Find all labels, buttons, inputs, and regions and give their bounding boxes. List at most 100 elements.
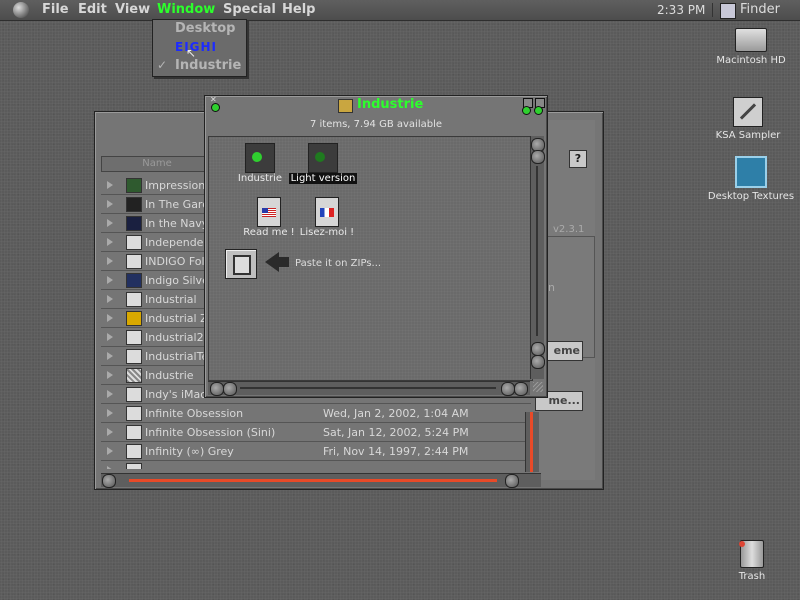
application-menu[interactable]: Finder	[740, 2, 780, 17]
folder-icon	[126, 197, 142, 212]
read-me-item[interactable]: Read me !	[241, 197, 297, 238]
close-x-icon: ✕	[210, 95, 217, 104]
disclosure-triangle-icon[interactable]	[107, 466, 113, 469]
help-button[interactable]: ?	[569, 150, 587, 168]
disclosure-triangle-icon[interactable]	[107, 352, 113, 360]
version-label: v2.3.1	[553, 224, 585, 235]
folder-icon	[126, 235, 142, 250]
scroll-up-arrow-icon[interactable]	[531, 342, 545, 356]
folder-icon	[126, 349, 142, 364]
close-box-icon[interactable]	[211, 103, 220, 112]
disclosure-triangle-icon[interactable]	[107, 295, 113, 303]
menu-view[interactable]: View	[115, 2, 150, 17]
disclosure-triangle-icon[interactable]	[107, 257, 113, 265]
item-name: Infinite Obsession	[145, 407, 244, 420]
scroll-right-arrow-icon[interactable]	[514, 382, 528, 396]
folder-icon	[126, 311, 142, 326]
item-name: Impressionis	[145, 179, 209, 192]
list-item[interactable]: Infinite Obsession (Sini) Sat, Jan 12, 20…	[101, 423, 531, 442]
scroll-left-arrow-icon[interactable]	[102, 474, 116, 488]
item-name: INDIGO Folde	[145, 255, 209, 268]
finder-icon[interactable]	[720, 3, 736, 19]
menu-special[interactable]: Special	[223, 2, 276, 17]
application-icon	[308, 143, 338, 173]
desktop-icon-label: Desktop Textures	[707, 191, 795, 202]
pen-glyph	[739, 103, 757, 120]
desktop-icon-ksa-sampler[interactable]: KSA Sampler	[698, 97, 798, 141]
item-label: Read me !	[243, 227, 295, 238]
scroll-right-arrow-icon[interactable]	[505, 474, 519, 488]
item-name: Industrial	[145, 293, 197, 306]
menu-item-industrie[interactable]: Industrie	[175, 58, 241, 73]
folder-icon	[126, 292, 142, 307]
folder-icon	[126, 273, 142, 288]
disclosure-triangle-icon[interactable]	[107, 181, 113, 189]
disclosure-triangle-icon[interactable]	[107, 276, 113, 284]
item-label: Lisez-moi !	[299, 227, 355, 238]
item-name: Infinity (∞) Grey	[145, 445, 234, 458]
list-item[interactable]	[101, 461, 531, 469]
menu-window[interactable]: Window	[157, 2, 215, 17]
disclosure-triangle-icon[interactable]	[107, 219, 113, 227]
window-info-bar: 7 items, 7.94 GB available	[309, 119, 443, 130]
menu-bar: File Edit View Window Special Help 2:33 …	[0, 0, 800, 21]
light-version-item[interactable]: Light version	[287, 143, 359, 184]
desktop-icon-desktop-textures[interactable]: Desktop Textures	[701, 156, 800, 202]
vertical-scrollbar[interactable]	[530, 136, 545, 379]
folder-icon	[126, 425, 142, 440]
list-item[interactable]: Infinite Obsession Wed, Jan 2, 2002, 1:04…	[101, 404, 531, 423]
menu-file[interactable]: File	[42, 2, 69, 17]
folder-icon	[126, 330, 142, 345]
list-horizontal-scrollbar[interactable]	[101, 473, 541, 488]
resize-grip-icon[interactable]	[533, 382, 543, 392]
disclosure-triangle-icon[interactable]	[107, 333, 113, 341]
zip-disk-icon[interactable]	[225, 249, 257, 279]
apple-menu-icon[interactable]	[13, 2, 29, 18]
disclosure-triangle-icon[interactable]	[107, 371, 113, 379]
disclosure-triangle-icon[interactable]	[107, 409, 113, 417]
desktop-icon-macintosh-hd[interactable]: Macintosh HD	[701, 28, 800, 66]
folder-icon	[126, 216, 142, 231]
french-flag-icon	[320, 208, 334, 217]
flag-canton	[262, 208, 268, 213]
scroll-down-arrow-icon[interactable]	[531, 355, 545, 369]
collapse-indicator-icon	[534, 106, 543, 115]
scroll-left-arrow-icon[interactable]	[501, 382, 515, 396]
desktop-icon-trash[interactable]: Trash	[702, 540, 800, 582]
arrow-shaft	[279, 257, 289, 267]
industrie-window: ✕ Industrie 7 items, 7.94 GB available I…	[204, 95, 548, 398]
menubar-clock[interactable]: 2:33 PM	[657, 3, 705, 17]
disclosure-triangle-icon[interactable]	[107, 238, 113, 246]
scroll-track-highlight	[530, 412, 533, 472]
industrie-item[interactable]: Industrie	[235, 143, 285, 184]
paste-hint-text: Paste it on ZIPs...	[295, 258, 382, 269]
green-gem-icon	[252, 152, 262, 162]
list-vertical-scrollbar[interactable]	[525, 412, 539, 472]
disclosure-triangle-icon[interactable]	[107, 428, 113, 436]
name-column-header[interactable]: Name	[101, 156, 213, 172]
desktop-icon-label: KSA Sampler	[715, 130, 781, 141]
window-title: Industrie	[357, 97, 424, 112]
lisez-moi-item[interactable]: Lisez-moi !	[297, 197, 357, 238]
scroll-right-arrow-icon[interactable]	[223, 382, 237, 396]
folder-title-icon	[338, 99, 353, 113]
scroll-left-arrow-icon[interactable]	[210, 382, 224, 396]
disclosure-triangle-icon[interactable]	[107, 314, 113, 322]
item-label: Industrie	[237, 173, 283, 184]
disclosure-triangle-icon[interactable]	[107, 390, 113, 398]
window-titlebar[interactable]: ✕ Industrie	[205, 95, 547, 115]
folder-icon	[126, 444, 142, 459]
menu-item-desktop[interactable]: Desktop	[175, 21, 235, 36]
document-icon	[315, 197, 339, 227]
disclosure-triangle-icon[interactable]	[107, 200, 113, 208]
scroll-down-arrow-icon[interactable]	[531, 150, 545, 164]
list-item[interactable]: Infinity (∞) Grey Fri, Nov 14, 1997, 2:44…	[101, 442, 531, 461]
folder-icon	[126, 463, 142, 469]
disclosure-triangle-icon[interactable]	[107, 447, 113, 455]
menu-edit[interactable]: Edit	[78, 2, 107, 17]
menu-help[interactable]: Help	[282, 2, 315, 17]
desktop-icon-label: Macintosh HD	[716, 55, 786, 66]
zip-drive-glyph	[233, 255, 251, 275]
horizontal-scrollbar[interactable]	[208, 381, 530, 396]
menubar-divider	[712, 3, 713, 17]
